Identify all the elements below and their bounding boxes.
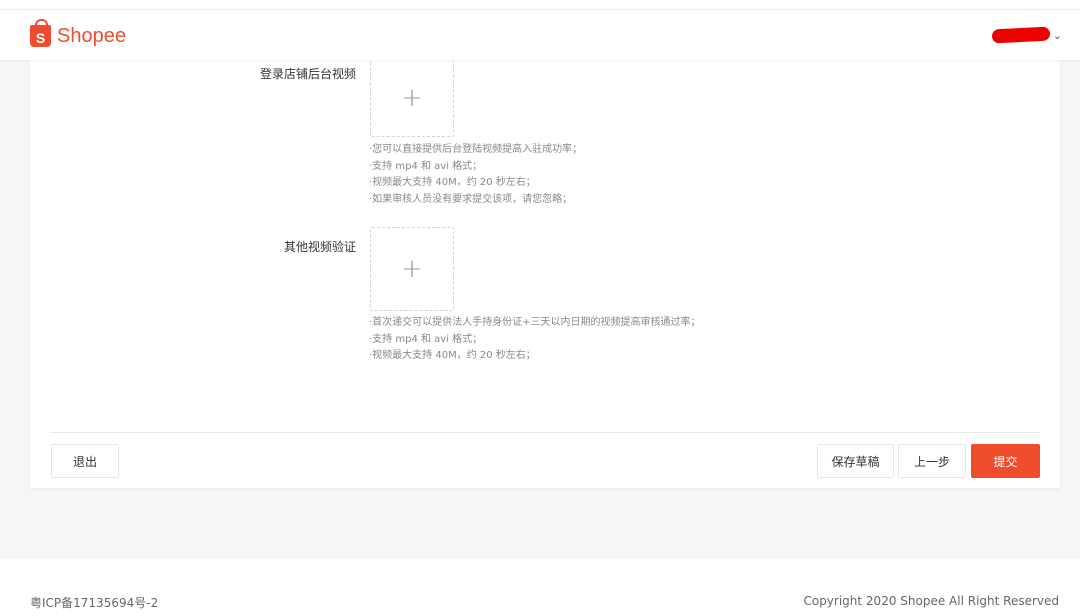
hint-line: ·视频最大支持 40M，约 20 秒左右； (369, 177, 536, 188)
save-draft-button[interactable]: 保存草稿 (817, 444, 894, 478)
browser-bookmarks-bar (0, 0, 1080, 10)
previous-step-button[interactable]: 上一步 (898, 444, 966, 478)
form-divider (50, 432, 1040, 433)
user-name-redacted (991, 26, 1051, 44)
icp-license[interactable]: 粤ICP备17135694号-2 (30, 594, 158, 611)
plus-icon: + (401, 254, 423, 284)
form-card: 登录店铺后台视频 + ·您可以直接提供后台登陆视频提高入驻成功率； ·支持 mp… (30, 60, 1060, 488)
site-footer: 粤ICP备17135694号-2 Copyright 2020 Shopee A… (0, 557, 1080, 616)
plus-icon: + (401, 83, 423, 113)
shopee-bag-icon: S (30, 19, 51, 47)
chevron-down-icon: ⌄ (1052, 28, 1062, 42)
hint-line: ·支持 mp4 和 avi 格式； (369, 333, 483, 345)
other-video-label: 其他视频验证 (283, 240, 356, 254)
hint-line: ·您可以直接提供后台登陆视频提高入驻成功率； (369, 144, 583, 155)
login-video-label: 登录店铺后台视频 (259, 67, 356, 81)
other-video-upload[interactable]: + (370, 227, 454, 311)
hint-line: ·如果审核人员没有要求提交该项，请您忽略； (369, 193, 573, 205)
login-video-hints: ·您可以直接提供后台登陆视频提高入驻成功率； ·支持 mp4 和 avi 格式；… (369, 142, 582, 208)
site-header: S Shopee ⌄ (0, 10, 1080, 60)
hint-line: ·首次递交可以提供法人手持身份证+三天以内日期的视频提高审核通过率； (369, 317, 701, 328)
login-video-upload[interactable]: + (370, 60, 454, 137)
copyright-text: Copyright 2020 Shopee All Right Reserved (803, 594, 1059, 608)
hint-line: ·支持 mp4 和 avi 格式； (369, 160, 483, 172)
exit-button[interactable]: 退出 (51, 444, 119, 478)
submit-button[interactable]: 提交 (971, 444, 1040, 478)
other-video-hints: ·首次递交可以提供法人手持身份证+三天以内日期的视频提高审核通过率； ·支持 m… (369, 315, 701, 365)
shopee-logo[interactable]: S Shopee (30, 19, 126, 50)
logo-text: Shopee (57, 24, 126, 47)
hint-line: ·视频最大支持 40M，约 20 秒左右； (369, 350, 536, 361)
user-menu[interactable]: ⌄ (991, 24, 1062, 46)
